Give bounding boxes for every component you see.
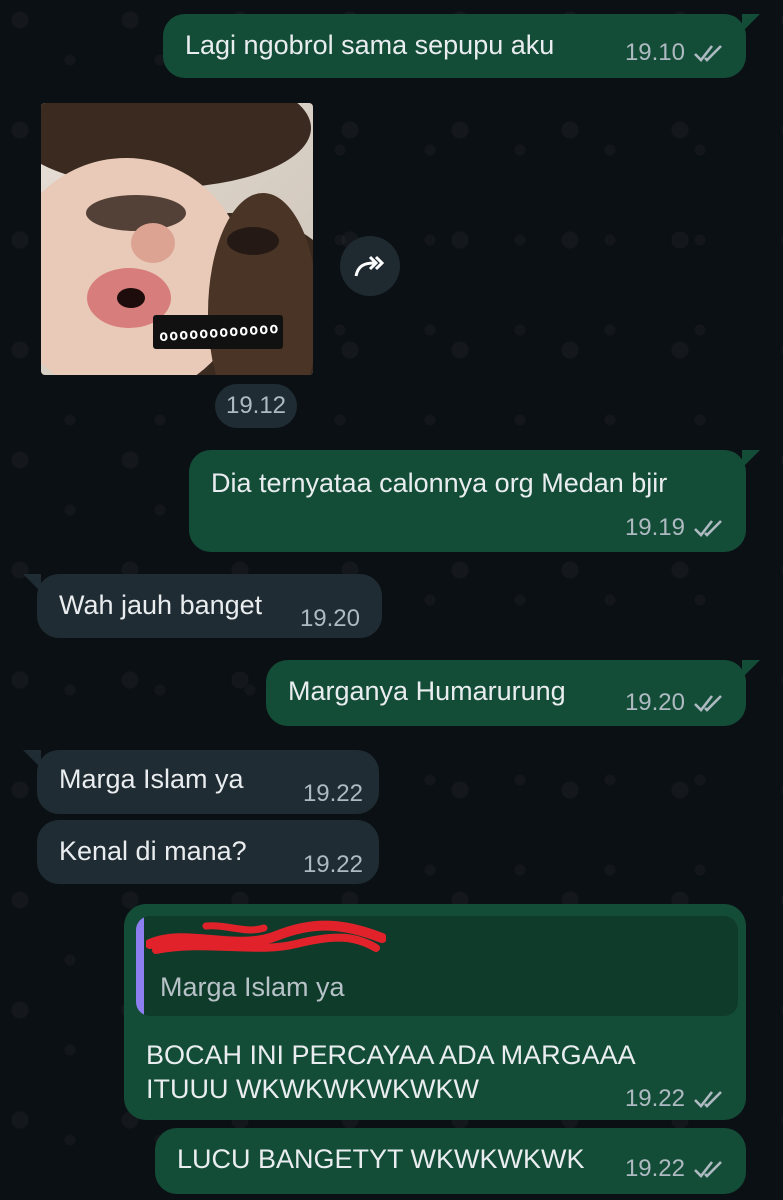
double-check-icon	[694, 1161, 722, 1178]
forward-arrow-icon	[354, 255, 385, 277]
message-meta: 19.22	[303, 851, 363, 879]
double-check-icon	[694, 695, 722, 712]
message-time: 19.22	[624, 1085, 685, 1112]
message-text: Dia ternyataa calonnya org Medan bjir	[211, 468, 668, 498]
sticker-image[interactable]: oooooooooooo	[41, 103, 313, 375]
sticker-time: 19.12	[215, 384, 297, 428]
message-time: 19.20	[624, 689, 685, 716]
bubble-tail	[742, 14, 760, 32]
message-bubble-outgoing[interactable]: LUCU BANGETYT WKWKWKWK 19.22	[155, 1128, 746, 1194]
message-time: 19.20	[299, 605, 360, 632]
message-time: 19.19	[624, 514, 685, 541]
message-time: 19.22	[302, 851, 363, 878]
message-text: Kenal di mana?	[59, 836, 247, 866]
message-bubble-outgoing[interactable]: Dia ternyataa calonnya org Medan bjir 19…	[189, 450, 746, 552]
bubble-tail	[23, 750, 41, 768]
message-meta: 19.20	[625, 689, 726, 717]
bubble-tail	[23, 574, 41, 592]
bubble-tail	[742, 660, 760, 678]
message-bubble-incoming[interactable]: Marga Islam ya 19.22	[37, 750, 379, 814]
message-bubble-outgoing[interactable]: Marganya Humarurung 19.20	[266, 660, 746, 726]
message-bubble-incoming[interactable]: Wah jauh banget 19.20	[37, 574, 382, 638]
message-text-line-2: ITUUU WKWKWKWKWKW	[146, 1074, 479, 1104]
forward-button[interactable]	[340, 236, 400, 296]
message-meta: 19.20	[300, 605, 360, 633]
quoted-text: Marga Islam ya	[160, 972, 345, 1002]
message-meta: 19.22	[625, 1155, 726, 1183]
redaction-scribble	[146, 920, 386, 954]
message-bubble-outgoing[interactable]: Lagi ngobrol sama sepupu aku 19.10	[163, 14, 746, 78]
message-text-line-1: BOCAH INI PERCAYAA ADA MARGAAA	[146, 1040, 636, 1070]
quote-accent-bar	[136, 916, 144, 1016]
bubble-tail	[742, 450, 760, 468]
message-text: Marganya Humarurung	[288, 676, 566, 706]
message-bubble-incoming[interactable]: Kenal di mana? 19.22	[37, 820, 379, 884]
message-time: 19.10	[624, 39, 685, 66]
message-text: LUCU BANGETYT WKWKWKWK	[177, 1144, 585, 1174]
message-time: 19.22	[624, 1155, 685, 1182]
double-check-icon	[694, 520, 722, 537]
double-check-icon	[694, 45, 722, 62]
message-meta: 19.22	[303, 780, 363, 808]
message-text: Lagi ngobrol sama sepupu aku	[185, 30, 555, 60]
message-text: Wah jauh banget	[59, 590, 263, 620]
message-meta: 19.22	[625, 1085, 726, 1113]
message-meta: 19.19	[625, 514, 726, 542]
message-meta: 19.10	[625, 39, 726, 67]
message-text: Marga Islam ya	[59, 764, 244, 794]
double-check-icon	[694, 1091, 722, 1108]
message-time: 19.22	[302, 780, 363, 807]
